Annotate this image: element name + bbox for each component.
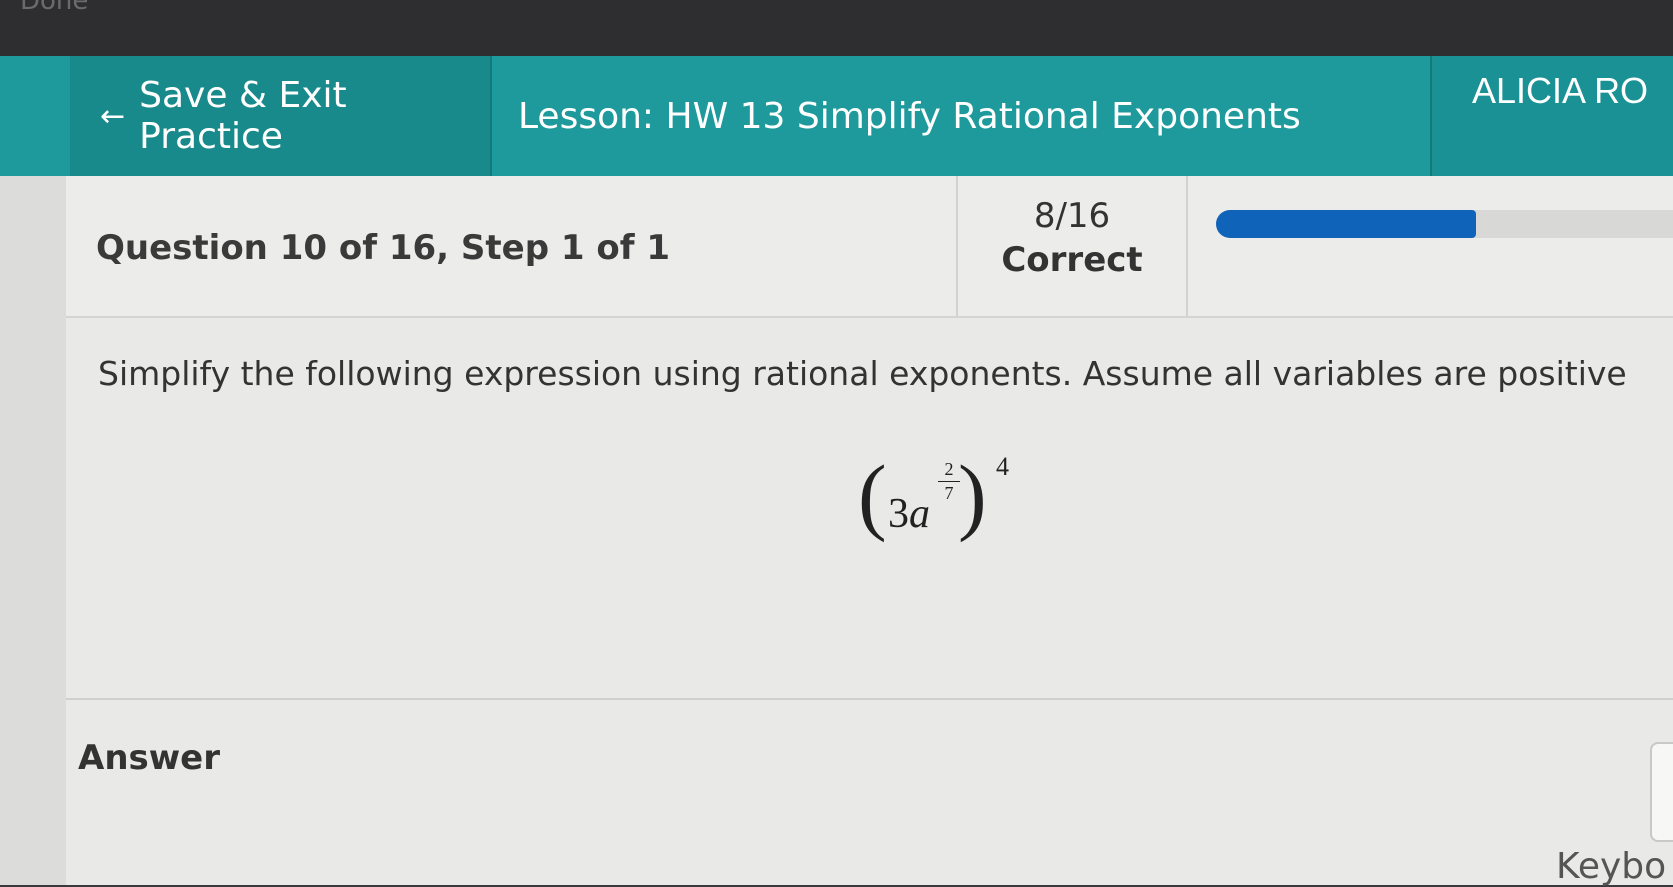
answer-input[interactable] xyxy=(1650,742,1673,842)
user-menu[interactable]: ALICIA RO xyxy=(1430,56,1673,176)
back-arrow-icon: ← xyxy=(100,98,126,134)
expression-base: 3a xyxy=(888,490,930,538)
math-expression: ( 3a 2 7 ) 4 xyxy=(858,452,1018,562)
save-exit-button[interactable]: ← Save & Exit Practice xyxy=(70,56,492,176)
inner-exponent: 2 7 xyxy=(938,460,960,502)
keyboard-button[interactable]: Keybo xyxy=(1556,846,1666,887)
exponent-denominator: 7 xyxy=(944,483,954,503)
app-header: ← Save & Exit Practice Lesson: HW 13 Sim… xyxy=(0,56,1673,176)
exponent-numerator: 2 xyxy=(944,459,954,479)
progress-bar xyxy=(1216,210,1673,238)
score-fraction: 8/16 xyxy=(1033,196,1111,236)
fraction-bar xyxy=(938,481,960,482)
save-exit-label: Save & Exit Practice xyxy=(139,75,347,157)
right-parenthesis: ) xyxy=(958,447,987,543)
outer-exponent: 4 xyxy=(996,452,1009,481)
user-name: ALICIA RO xyxy=(1472,70,1649,111)
left-parenthesis: ( xyxy=(858,447,887,543)
score-word: Correct xyxy=(1001,240,1143,280)
question-prompt: Simplify the following expression using … xyxy=(98,354,1627,393)
section-divider xyxy=(66,698,1673,700)
variable: a xyxy=(909,491,930,537)
answer-label: Answer xyxy=(78,738,220,778)
device-bezel: Done xyxy=(0,0,1673,56)
question-bar: Question 10 of 16, Step 1 of 1 8/16 Corr… xyxy=(66,176,1673,318)
lesson-title: Lesson: HW 13 Simplify Rational Exponent… xyxy=(518,95,1301,137)
question-step-label: Question 10 of 16, Step 1 of 1 xyxy=(96,228,671,268)
left-margin xyxy=(0,176,66,885)
done-button[interactable]: Done xyxy=(20,0,88,16)
coefficient: 3 xyxy=(888,491,909,537)
progress-fill xyxy=(1216,210,1476,238)
score-box: 8/16 Correct xyxy=(956,176,1188,316)
